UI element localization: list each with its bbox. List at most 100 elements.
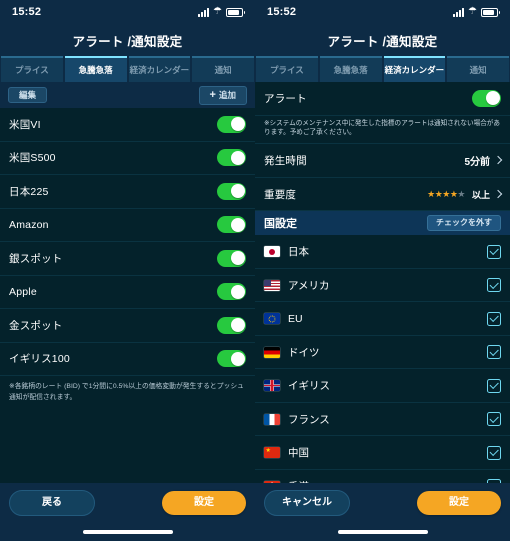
country-checkbox[interactable] bbox=[487, 345, 501, 360]
signal-bars-icon bbox=[453, 7, 465, 17]
flag-us-icon bbox=[264, 279, 280, 291]
occurrence-time-value: 5分前 bbox=[464, 157, 490, 169]
submit-button-right[interactable]: 設定 bbox=[417, 491, 501, 515]
status-bar-left: 15:52 ☂ bbox=[0, 0, 255, 24]
list-item[interactable]: Apple bbox=[0, 275, 255, 309]
home-indicator-left[interactable] bbox=[82, 530, 173, 534]
instrument-toggle[interactable] bbox=[217, 115, 246, 133]
instrument-toggle[interactable] bbox=[217, 149, 246, 167]
country-checkbox[interactable] bbox=[487, 445, 501, 460]
country-checkbox[interactable] bbox=[487, 311, 501, 326]
country-label: フランス bbox=[288, 413, 330, 426]
back-button[interactable]: 戻る bbox=[9, 490, 95, 516]
bottom-bar-right: キャンセル 設定 bbox=[255, 483, 510, 523]
signal-bars-icon bbox=[198, 7, 210, 17]
status-bar-time: 15:52 bbox=[12, 6, 42, 18]
country-label: 香港 bbox=[288, 479, 487, 483]
country-label: アメリカ bbox=[288, 279, 330, 292]
country-row[interactable]: アメリカ bbox=[255, 268, 510, 303]
country-section-header: 国設定 チェックを外す bbox=[255, 211, 510, 236]
instrument-toggle[interactable] bbox=[217, 283, 246, 301]
tab-bar-right: プライス 急騰急落 経済カレンダー 通知 bbox=[255, 56, 510, 82]
home-indicator-area-left bbox=[0, 523, 255, 541]
instrument-label: 米国VI bbox=[9, 118, 41, 131]
plus-icon: + bbox=[209, 88, 216, 101]
country-row[interactable]: 日本 bbox=[255, 235, 510, 269]
tab-surge-drop-right[interactable]: 急騰急落 bbox=[319, 56, 382, 82]
nav-bar-left: アラート /通知設定 bbox=[0, 24, 255, 56]
home-indicator-right[interactable] bbox=[337, 530, 428, 534]
flag-cn-icon bbox=[264, 447, 280, 459]
tab-bar-left: プライス 急騰急落 経済カレンダー 通知 bbox=[0, 56, 255, 82]
country-row[interactable]: ドイツ bbox=[255, 335, 510, 370]
calendar-settings-list[interactable]: アラート ※システムのメンテナンス中に発生した指標のアラートは通知されない場合が… bbox=[255, 82, 510, 483]
flag-de-icon bbox=[264, 346, 280, 358]
tab-economic-calendar-left[interactable]: 経済カレンダー bbox=[128, 56, 191, 82]
list-item[interactable]: 金スポット bbox=[0, 309, 255, 343]
list-item[interactable]: Amazon bbox=[0, 208, 255, 242]
add-button[interactable]: + 追加 bbox=[198, 85, 247, 105]
list-item[interactable]: 日本225 bbox=[0, 175, 255, 209]
tab-surge-drop-left[interactable]: 急騰急落 bbox=[64, 56, 127, 82]
country-row[interactable]: イギリス bbox=[255, 369, 510, 403]
country-checkbox[interactable] bbox=[487, 412, 501, 427]
country-section-title: 国設定 bbox=[264, 218, 297, 231]
list-item[interactable]: 米国VI bbox=[0, 108, 255, 142]
instrument-toggle[interactable] bbox=[217, 350, 246, 368]
phone-screen-right: 15:52 ☂ アラート /通知設定 プライス 急騰急落 経済カレンダー 通知 … bbox=[255, 0, 510, 541]
country-label: 中国 bbox=[288, 447, 309, 460]
occurrence-time-row[interactable]: 発生時間 5分前 bbox=[255, 144, 510, 178]
wifi-icon: ☂ bbox=[468, 6, 477, 17]
submit-button-left[interactable]: 設定 bbox=[162, 491, 246, 515]
importance-label: 重要度 bbox=[264, 188, 297, 201]
tab-price-left[interactable]: プライス bbox=[1, 56, 63, 82]
tab-economic-calendar-right[interactable]: 経済カレンダー bbox=[383, 56, 446, 82]
flag-fr-icon bbox=[264, 413, 280, 425]
country-checkbox[interactable] bbox=[487, 244, 501, 259]
action-row-left: 編集 + 追加 bbox=[0, 82, 255, 108]
alert-maintenance-note: ※システムのメンテナンス中に発生した指標のアラートは通知されない場合があります。… bbox=[255, 115, 510, 145]
instrument-toggle[interactable] bbox=[217, 316, 246, 334]
flag-gb-icon bbox=[264, 380, 280, 392]
bottom-bar-left: 戻る 設定 bbox=[0, 483, 255, 523]
tab-price-right[interactable]: プライス bbox=[256, 56, 318, 82]
dual-screenshot-container: 15:52 ☂ アラート /通知設定 プライス 急騰急落 経済カレンダー 通知 … bbox=[0, 0, 510, 541]
importance-row[interactable]: 重要度 ★★★★★ 以上 bbox=[255, 177, 510, 212]
country-row[interactable]: 中国 bbox=[255, 436, 510, 470]
instrument-label: 金スポット bbox=[9, 319, 63, 332]
instrument-label: イギリス100 bbox=[9, 353, 70, 366]
country-row[interactable]: 香港 ⌄ bbox=[255, 469, 510, 483]
instrument-toggle[interactable] bbox=[217, 249, 246, 267]
alert-toggle-row[interactable]: アラート bbox=[255, 82, 510, 116]
country-checkbox[interactable] bbox=[487, 378, 501, 393]
cancel-button[interactable]: キャンセル bbox=[264, 490, 350, 516]
alert-label: アラート bbox=[264, 92, 307, 105]
flag-jp-icon bbox=[264, 246, 280, 258]
list-item[interactable]: イギリス100 bbox=[0, 342, 255, 376]
occurrence-time-label: 発生時間 bbox=[264, 155, 307, 168]
phone-screen-left: 15:52 ☂ アラート /通知設定 プライス 急騰急落 経済カレンダー 通知 … bbox=[0, 0, 255, 541]
country-row[interactable]: フランス bbox=[255, 402, 510, 437]
clear-checks-button[interactable]: チェックを外す bbox=[427, 215, 501, 232]
instrument-list[interactable]: 米国VI 米国S500 日本225 Amazon 銀スポット Apple 金スポ… bbox=[0, 108, 255, 483]
list-item[interactable]: 銀スポット bbox=[0, 242, 255, 276]
edit-button[interactable]: 編集 bbox=[8, 86, 48, 104]
country-checkbox[interactable] bbox=[487, 479, 501, 483]
tab-notification-left[interactable]: 通知 bbox=[192, 56, 254, 82]
tab-notification-right[interactable]: 通知 bbox=[447, 56, 509, 82]
country-label: イギリス bbox=[288, 380, 330, 393]
nav-bar-right: アラート /通知設定 bbox=[255, 24, 510, 56]
page-title-left: アラート /通知設定 bbox=[72, 34, 183, 49]
country-checkbox[interactable] bbox=[487, 278, 501, 293]
instrument-toggle[interactable] bbox=[217, 216, 246, 234]
country-row[interactable]: EU bbox=[255, 302, 510, 336]
status-bar-time: 15:52 bbox=[267, 6, 297, 18]
instrument-toggle[interactable] bbox=[217, 182, 246, 200]
wifi-icon: ☂ bbox=[213, 6, 222, 17]
instrument-label: 銀スポット bbox=[9, 252, 63, 265]
list-item[interactable]: 米国S500 bbox=[0, 141, 255, 175]
scroll-down-chevron-icon: ⌄ bbox=[378, 480, 386, 483]
alert-toggle[interactable] bbox=[472, 89, 501, 107]
status-bar-icons: ☂ bbox=[453, 6, 500, 17]
importance-stars: ★★★★★ bbox=[427, 188, 465, 199]
